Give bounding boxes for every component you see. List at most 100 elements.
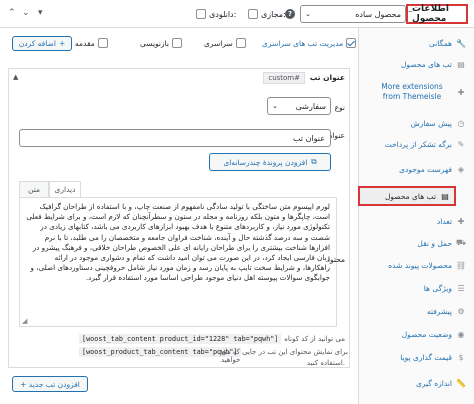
global-checkbox[interactable] xyxy=(235,38,246,48)
custom-tag-badge: custom# xyxy=(263,72,305,84)
resize-handle-icon[interactable]: ◢ xyxy=(22,317,27,325)
add-tab-label: اضافه کردن xyxy=(18,39,56,48)
list-icon: ☰ xyxy=(457,283,465,293)
sidebar-item-measurement[interactable]: اندازه گیری 📏 xyxy=(358,374,474,392)
sidebar-item-label: برگه تشکر از پرداخت xyxy=(384,139,452,149)
toggle-arrow-icon[interactable]: ▲ xyxy=(13,73,18,81)
sidebar-item-product-tabs[interactable]: تب های محصول ▤ xyxy=(358,54,474,74)
add-media-label: افزودن پروندهٔ چندرسانه‌ای xyxy=(223,157,308,167)
chevron-up-icon[interactable]: ⌃ xyxy=(8,8,16,18)
shortcode-tab: [woost_product_tab_content tab="pqwh"] xyxy=(79,347,241,357)
content-label: محتوا xyxy=(327,255,345,264)
sidebar-item-attributes[interactable]: ویژگی ها ☰ xyxy=(358,279,474,297)
tab-title-heading: عنوان تب xyxy=(309,73,345,82)
tab-type-value: سفارشی xyxy=(295,101,326,111)
intro-label: مقدمه xyxy=(75,38,95,48)
tab-title-value: عنوان تب xyxy=(292,133,325,143)
add-new-tab-button[interactable]: + افزودن تب جدید xyxy=(12,376,88,392)
sidebar-item-label: تب های محصول xyxy=(384,191,436,201)
sidebar-item-product-tabs-active[interactable]: تب های محصول ▤ xyxy=(358,186,456,206)
sidebar-item-shipping[interactable]: حمل و نقل ⛟ xyxy=(358,234,474,252)
tab-text[interactable]: متن xyxy=(19,181,49,197)
sidebar-item-label: فهرست موجودی xyxy=(399,164,452,174)
product-tabs-panel: اضافه کردن + مقدمه بازنویسی سراسری مدیری… xyxy=(0,28,358,404)
global-option[interactable]: سراسری xyxy=(204,38,246,48)
tab-visual[interactable]: دیداری xyxy=(49,181,81,197)
virtual-label: مجازی: xyxy=(261,9,286,19)
reusable-label: بازنویسی xyxy=(140,38,169,48)
sidebar-item-advanced[interactable]: پیشرفته ⚙ xyxy=(358,302,474,320)
manage-global-checkbox[interactable] xyxy=(346,38,357,48)
sidebar-item-extensions[interactable]: More extensions from Themeisle ✚ xyxy=(358,78,474,106)
sidebar-item-thankyou[interactable]: برگه تشکر از پرداخت ✎ xyxy=(358,135,474,153)
intro-option[interactable]: مقدمه xyxy=(75,38,108,48)
downloadable-option[interactable]: دانلودی: xyxy=(196,6,236,22)
sidebar-item-label: همگانی xyxy=(428,38,452,48)
virtual-option[interactable]: مجازی: xyxy=(248,6,286,22)
reusable-checkbox[interactable] xyxy=(172,38,182,48)
sidebar-item-product-status[interactable]: وضعیت محصول ◉ xyxy=(358,325,474,343)
downloadable-label: دانلودی: xyxy=(209,9,237,19)
intro-checkbox[interactable] xyxy=(97,38,108,48)
extensions-icon: ✚ xyxy=(457,87,465,97)
sidebar-item-label: ویژگی ها xyxy=(423,283,452,293)
ruler-icon: 📏 xyxy=(456,378,466,388)
tab-title-input[interactable]: عنوان تب xyxy=(19,129,331,147)
tab-edit-box: ▲ عنوان تب custom# نوع ⌄ سفارشی عنوان عن… xyxy=(8,68,350,368)
chevron-down-icon[interactable]: ⌄ xyxy=(22,8,30,18)
product-type-select[interactable]: ⌄ محصول ساده xyxy=(300,5,406,23)
sidebar-item-preorder[interactable]: پیش سفارش ◷ xyxy=(358,114,474,132)
link-icon: ⛓ xyxy=(455,260,467,270)
gear-icon: ⚙ xyxy=(457,306,465,316)
chevron-down-icon: ⌄ xyxy=(272,102,278,110)
help-tip[interactable]: ? xyxy=(285,6,295,22)
sidebar-item-quantity[interactable]: تعداد ✚ xyxy=(358,212,474,230)
tab-manager-bar: اضافه کردن + مقدمه بازنویسی سراسری مدیری… xyxy=(0,36,358,52)
chevron-down-icon: ⌄ xyxy=(305,10,311,18)
product-type-value: محصول ساده xyxy=(355,9,401,19)
sidebar-item-label: پیشرفته xyxy=(426,306,452,316)
sidebar-item-label: More extensions from Themeisle xyxy=(381,82,443,101)
wrench-icon: 🔧 xyxy=(456,38,466,48)
sidebar-item-label: تب های محصول xyxy=(400,59,452,69)
virtual-checkbox[interactable] xyxy=(248,9,258,19)
sidebar-item-label: حمل و نقل xyxy=(417,238,452,248)
content-editor[interactable]: لورم ایپسوم متن ساختگی با تولید سادگی نا… xyxy=(19,197,337,327)
manage-global-tabs[interactable]: مدیریت تب های سراسری xyxy=(262,38,357,48)
sidebar-item-label: اندازه گیری xyxy=(416,378,452,388)
sidebar-item-linked-products[interactable]: محصولات پیوند شده ⛓ xyxy=(358,256,474,274)
add-tab-button[interactable]: اضافه کردن + xyxy=(12,36,72,51)
sidebar-item-label: محصولات پیوند شده xyxy=(388,260,452,270)
tab-type-select[interactable]: ⌄ سفارشی xyxy=(267,97,331,115)
manage-global-tabs-link[interactable]: مدیریت تب های سراسری xyxy=(262,39,343,48)
tabs-icon: ▤ xyxy=(457,59,465,69)
product-data-tabs: همگانی 🔧 تب های محصول ▤ More extensions … xyxy=(358,28,474,404)
sidebar-item-inventory[interactable]: فهرست موجودی ◈ xyxy=(358,160,474,178)
sidebar-item-general[interactable]: همگانی 🔧 xyxy=(358,34,474,52)
content-text: لورم ایپسوم متن ساختگی با تولید سادگی نا… xyxy=(26,202,330,283)
help-icon[interactable]: ? xyxy=(285,9,295,19)
shortcode-product-tab: [woost_tab_content product_id="1228" tab… xyxy=(79,334,282,344)
add-new-tab-label: + افزودن تب جدید xyxy=(20,379,80,389)
price-icon: $ xyxy=(458,352,464,362)
type-label: نوع xyxy=(334,103,345,112)
downloadable-checkbox[interactable] xyxy=(196,9,206,19)
product-data-title: اطلاعات محصول xyxy=(406,4,468,24)
sidebar-item-label: پیش سفارش xyxy=(410,118,452,128)
shortcode-help-1: می توانید از کد کوتاه xyxy=(284,335,345,343)
reusable-option[interactable]: بازنویسی xyxy=(140,38,182,48)
product-data-header: ⌃ ⌄ ▾ دانلودی: مجازی: ? ⌄ محصول ساده اطل… xyxy=(0,0,474,28)
add-media-button[interactable]: افزودن پروندهٔ چندرسانه‌ای ⧉ xyxy=(209,153,331,171)
collapse-caret-icon[interactable]: ▾ xyxy=(38,8,43,18)
plus-icon: + xyxy=(59,39,66,48)
sidebar-item-label: قیمت گذاری پویا xyxy=(400,352,452,362)
sidebar-item-dynamic-pricing[interactable]: قیمت گذاری پویا $ xyxy=(358,348,474,366)
tabs-icon: ▤ xyxy=(441,191,449,201)
text-tab-label: متن xyxy=(28,185,40,194)
dash-icon: – xyxy=(408,6,413,17)
inventory-icon: ◈ xyxy=(457,164,465,174)
status-icon: ◉ xyxy=(457,329,465,339)
sidebar-item-label: وضعیت محصول xyxy=(401,329,452,339)
shortcode-help-2-end: استفاده کنید. xyxy=(306,359,345,367)
clock-icon: ◷ xyxy=(457,118,465,128)
